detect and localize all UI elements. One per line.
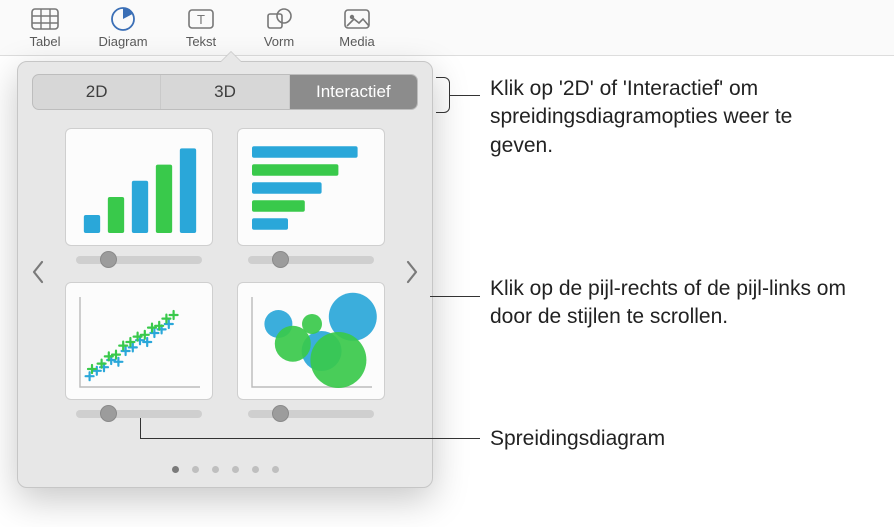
chart-thumb-scatter[interactable] bbox=[64, 282, 214, 418]
chart-category-tabs: 2D 3D Interactief bbox=[32, 74, 418, 110]
toolbar-item-media[interactable]: Media bbox=[330, 6, 384, 49]
leader-line bbox=[430, 296, 480, 297]
toolbar-label: Tabel bbox=[29, 34, 60, 49]
chart-picker-popover: 2D 3D Interactief bbox=[17, 61, 433, 488]
leader-line bbox=[450, 95, 480, 96]
page-dot[interactable] bbox=[192, 466, 199, 473]
annotation-tabs: Klik op '2D' of 'Interactief' om spreidi… bbox=[490, 75, 850, 160]
chevron-right-icon[interactable] bbox=[398, 252, 426, 292]
tab-2d[interactable]: 2D bbox=[33, 75, 161, 109]
table-icon bbox=[29, 6, 61, 32]
leader-line bbox=[140, 418, 141, 438]
chart-thumb-grid bbox=[64, 128, 386, 418]
toolbar-item-tekst[interactable]: T Tekst bbox=[174, 6, 228, 49]
image-icon bbox=[341, 6, 373, 32]
bar-chart-icon bbox=[237, 128, 385, 246]
page-dot[interactable] bbox=[272, 466, 279, 473]
annotation-scatter: Spreidingsdiagram bbox=[490, 425, 665, 453]
page-dot[interactable] bbox=[232, 466, 239, 473]
toolbar-label: Vorm bbox=[264, 34, 294, 49]
leader-line bbox=[140, 438, 480, 439]
tab-interactief[interactable]: Interactief bbox=[290, 75, 417, 109]
chart-thumb-bar[interactable] bbox=[236, 128, 386, 264]
toolbar-label: Tekst bbox=[186, 34, 216, 49]
column-chart-icon bbox=[65, 128, 213, 246]
page-dot[interactable] bbox=[212, 466, 219, 473]
toolbar-item-diagram[interactable]: Diagram bbox=[96, 6, 150, 49]
chevron-left-icon[interactable] bbox=[24, 252, 52, 292]
thumb-slider[interactable] bbox=[76, 256, 202, 264]
chart-thumb-column[interactable] bbox=[64, 128, 214, 264]
toolbar: Tabel Diagram T Tekst Vorm Media bbox=[0, 0, 894, 56]
svg-text:T: T bbox=[197, 12, 205, 27]
tab-3d[interactable]: 3D bbox=[161, 75, 289, 109]
page-dot[interactable] bbox=[172, 466, 179, 473]
shape-icon bbox=[263, 6, 295, 32]
chart-style-carousel bbox=[18, 114, 432, 418]
toolbar-item-tabel[interactable]: Tabel bbox=[18, 6, 72, 49]
toolbar-label: Media bbox=[339, 34, 374, 49]
scatter-chart-icon bbox=[65, 282, 213, 400]
text-icon: T bbox=[185, 6, 217, 32]
bubble-chart-icon bbox=[237, 282, 385, 400]
page-dots bbox=[18, 466, 432, 473]
page-dot[interactable] bbox=[252, 466, 259, 473]
chart-thumb-bubble[interactable] bbox=[236, 282, 386, 418]
annotation-arrows: Klik op de pijl-rechts of de pijl-links … bbox=[490, 275, 850, 332]
thumb-slider[interactable] bbox=[76, 410, 202, 418]
thumb-slider[interactable] bbox=[248, 410, 374, 418]
pie-chart-icon bbox=[107, 6, 139, 32]
bracket-icon bbox=[436, 77, 450, 113]
thumb-slider[interactable] bbox=[248, 256, 374, 264]
toolbar-item-vorm[interactable]: Vorm bbox=[252, 6, 306, 49]
toolbar-label: Diagram bbox=[98, 34, 147, 49]
